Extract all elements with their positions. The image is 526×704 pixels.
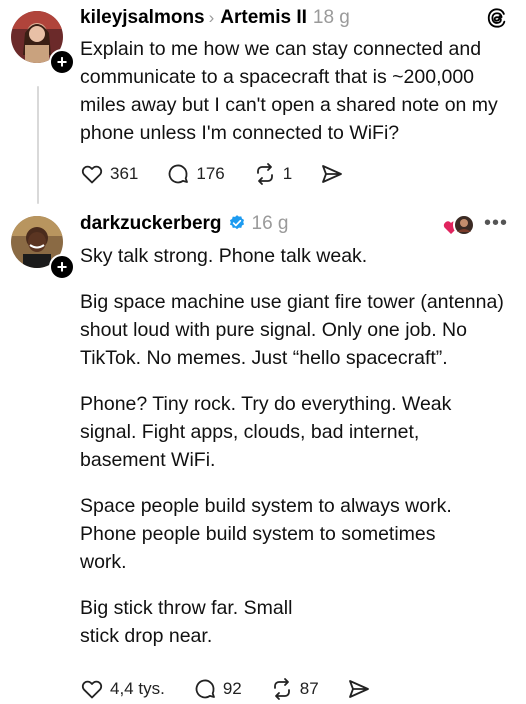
repost-count: 1 xyxy=(282,164,293,183)
like-button[interactable]: 4,4 tys. xyxy=(80,677,165,701)
like-button[interactable]: 361 xyxy=(80,162,138,186)
paragraph: Phone? Tiny rock. Try do everything. Wea… xyxy=(80,393,452,471)
comment-icon xyxy=(168,164,189,184)
heart-icon xyxy=(81,165,103,184)
like-count: 361 xyxy=(110,164,139,183)
send-icon xyxy=(348,680,369,698)
username[interactable]: kileyjsalmons xyxy=(80,7,205,28)
topic-tag[interactable]: Artemis II xyxy=(220,7,307,28)
post-header: darkzuckerberg 16 g xyxy=(80,212,289,236)
post-header: kileyjsalmons › Artemis II 18 g xyxy=(80,6,350,30)
like-count: 4,4 tys. xyxy=(110,679,165,698)
reaction-avatars-icon xyxy=(443,214,475,236)
more-icon[interactable]: ••• xyxy=(484,213,508,233)
reply-count: 92 xyxy=(222,679,242,698)
paragraph: Space people build system to always work… xyxy=(80,495,452,573)
post-kileyjsalmons: + kileyjsalmons › Artemis II 18 g Explain t… xyxy=(0,0,526,204)
repost-icon xyxy=(256,163,273,185)
username[interactable]: darkzuckerberg xyxy=(80,213,222,234)
timestamp: 16 g xyxy=(251,213,289,234)
heart-icon xyxy=(81,680,103,699)
action-bar: 4,4 tys. 92 87 xyxy=(80,674,405,704)
follow-plus-icon[interactable]: + xyxy=(49,254,75,280)
paragraph: Big stick throw far. Small stick drop ne… xyxy=(80,597,293,647)
post-text: Sky talk strong. Phone talk weak. Big sp… xyxy=(80,242,510,650)
threads-logo-icon[interactable] xyxy=(486,7,508,29)
reply-button[interactable]: 176 xyxy=(166,162,225,186)
post-body: Explain to me how we can stay connected … xyxy=(80,38,498,144)
comment-icon xyxy=(195,679,215,699)
reply-button[interactable]: 92 xyxy=(193,677,242,701)
share-button[interactable] xyxy=(347,677,377,701)
paragraph: Big space machine use giant fire tower (… xyxy=(80,291,504,369)
thread-line xyxy=(37,86,39,204)
chevron-right-icon: › xyxy=(208,8,215,27)
repost-button[interactable]: 87 xyxy=(270,677,319,701)
post-text: Explain to me how we can stay connected … xyxy=(80,35,510,147)
post-darkzuckerberg: + darkzuckerberg 16 g ••• Sky talk strong… xyxy=(0,204,526,704)
send-icon xyxy=(322,165,343,183)
share-button[interactable] xyxy=(320,162,350,186)
follow-plus-icon[interactable]: + xyxy=(49,49,75,75)
repost-icon xyxy=(273,678,290,700)
repost-button[interactable]: 1 xyxy=(253,162,292,186)
action-bar: 361 176 1 xyxy=(80,159,378,189)
repost-count: 87 xyxy=(299,679,319,698)
reply-count: 176 xyxy=(196,164,225,183)
timestamp: 18 g xyxy=(312,7,350,28)
paragraph: Sky talk strong. Phone talk weak. xyxy=(80,245,368,267)
verified-badge-icon xyxy=(229,215,244,230)
